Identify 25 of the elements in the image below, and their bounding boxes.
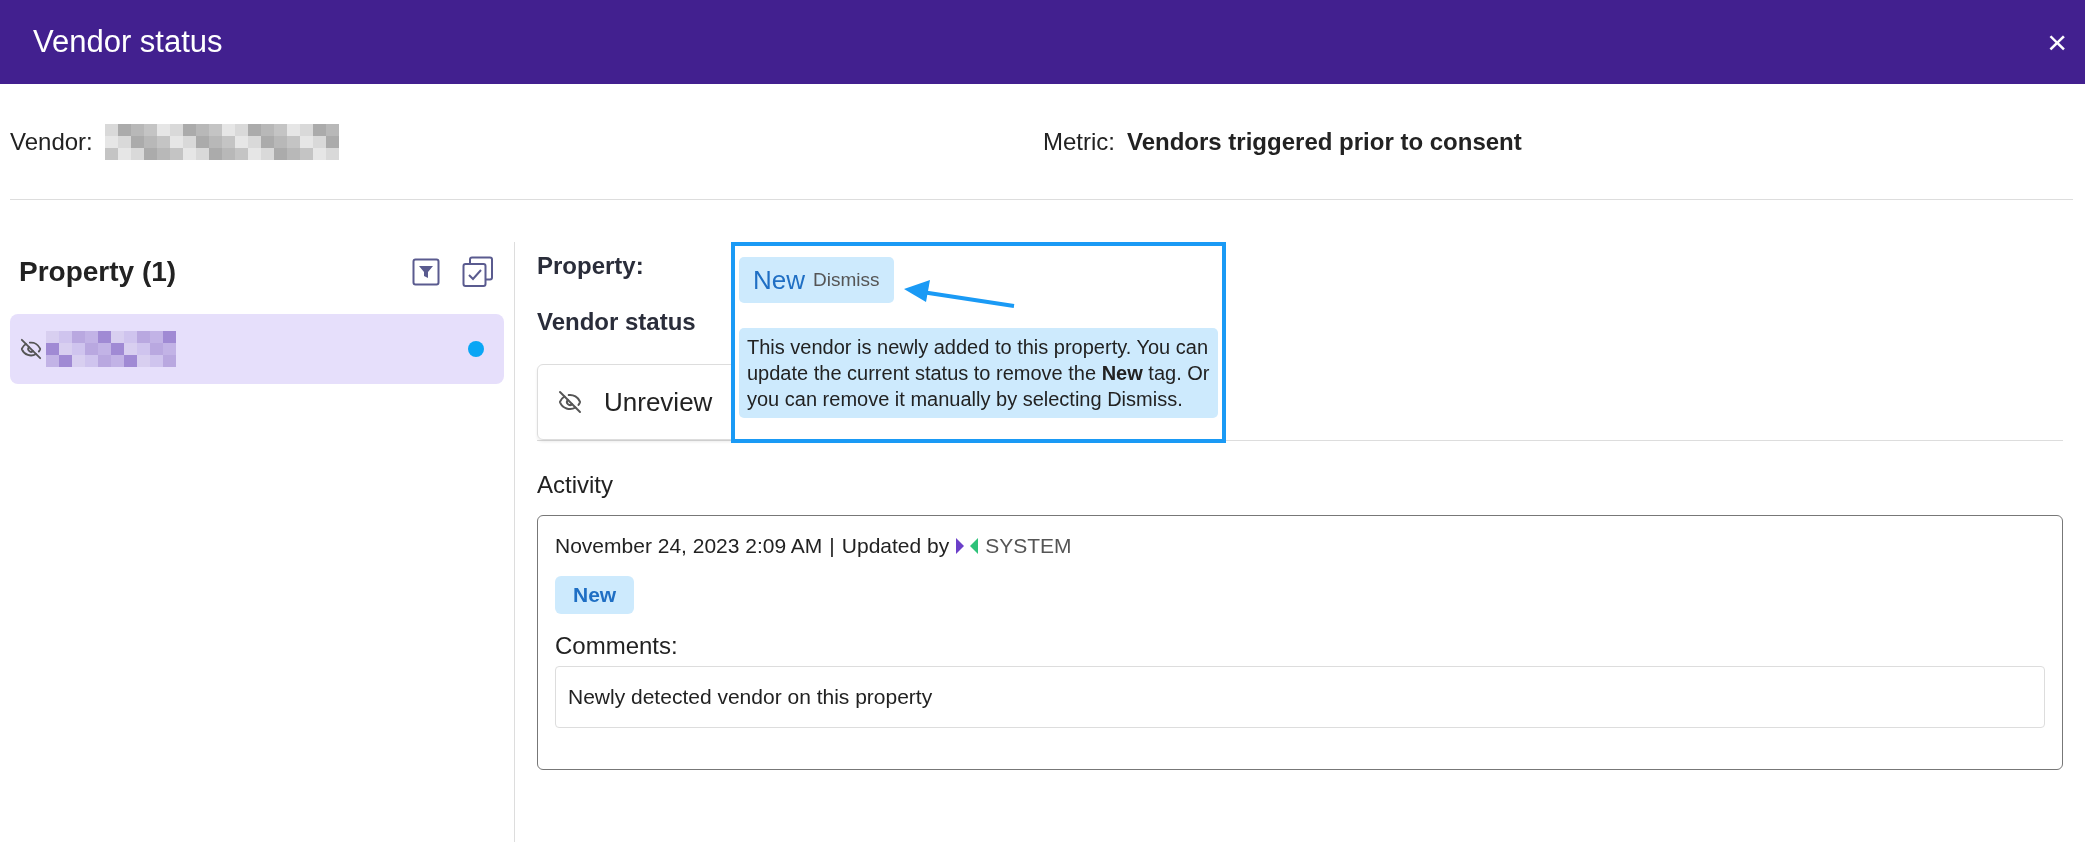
arrow-icon: [903, 280, 1016, 310]
activity-title: Activity: [537, 471, 613, 499]
window-title: Vendor status: [33, 24, 223, 60]
tag-label: New: [753, 264, 805, 296]
updated-by-label: Updated by: [841, 534, 950, 558]
new-tag: New: [555, 576, 635, 614]
panel-title: Property (1): [19, 256, 177, 288]
eye-off-icon: [20, 338, 42, 360]
select-all-icon[interactable]: [462, 256, 494, 288]
logo-icon: [956, 537, 979, 555]
callout-text: This vendor is newly added to this property. You can update the current status to remove the New tag. Or you can remove it manually by selecting Dismiss.: [739, 328, 1218, 418]
status-label: Vendor status: [537, 308, 696, 336]
property-label: Property:: [537, 252, 644, 280]
filter-icon[interactable]: [412, 258, 440, 286]
eye-off-icon: [558, 390, 582, 414]
metric-value: Vendors triggered prior to consent: [1127, 127, 1522, 156]
vendor-label: Vendor:: [10, 127, 93, 156]
metric-label: Metric:: [1043, 127, 1115, 156]
timestamp: November 24, 2023 2:09 AM: [555, 534, 823, 558]
dismiss-link[interactable]: Dismiss: [813, 269, 880, 291]
close-button[interactable]: ×: [2047, 25, 2067, 59]
comments-label: Comments:: [555, 632, 679, 660]
comment-field: Newly detected vendor on this property: [555, 666, 2045, 728]
user-name: SYSTEM: [985, 534, 1072, 558]
separator: |: [829, 534, 835, 558]
